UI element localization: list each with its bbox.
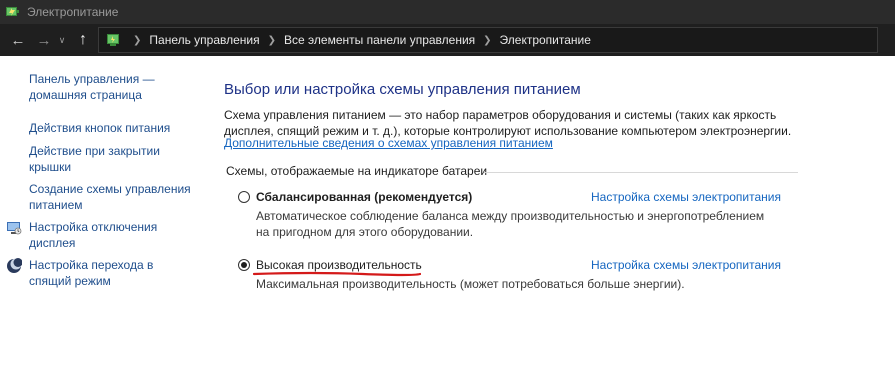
breadcrumb-all-items[interactable]: Все элементы панели управления xyxy=(284,33,475,47)
plan-high-performance-name[interactable]: Высокая производительность xyxy=(256,258,422,272)
sidebar-item-lid-close[interactable]: Действие при закрытии крышки xyxy=(29,143,169,175)
sidebar-item-power-buttons[interactable]: Действия кнопок питания xyxy=(29,120,194,136)
title-bar: Электропитание xyxy=(0,0,895,24)
sidebar: Панель управления — домашняя страница Де… xyxy=(0,56,200,386)
page-title: Выбор или настройка схемы управления пит… xyxy=(224,81,581,98)
section-label: Схемы, отображаемые на индикаторе батаре… xyxy=(226,164,488,178)
sidebar-item-sleep[interactable]: Настройка перехода в спящий режим xyxy=(29,257,179,289)
section-divider xyxy=(484,172,798,173)
plan-balanced-description: Автоматическое соблюдение баланса между … xyxy=(256,209,765,239)
plan-balanced-radio[interactable] xyxy=(238,191,250,203)
display-off-icon xyxy=(7,222,22,235)
plan-balanced-name[interactable]: Сбалансированная (рекомендуется) xyxy=(256,190,472,204)
back-arrow-icon[interactable]: ← xyxy=(8,32,28,49)
sleep-moon-icon xyxy=(7,258,22,273)
breadcrumb-power-options[interactable]: Электропитание xyxy=(500,33,591,47)
forward-arrow-icon[interactable]: → xyxy=(34,32,54,49)
power-options-icon xyxy=(6,7,19,16)
breadcrumb-separator-icon[interactable]: ❯ xyxy=(268,35,276,46)
breadcrumb-separator-icon[interactable]: ❯ xyxy=(483,35,491,46)
window-title: Электропитание xyxy=(27,5,119,19)
control-panel-icon xyxy=(107,34,119,46)
breadcrumb-control-panel[interactable]: Панель управления xyxy=(149,33,259,47)
more-info-link[interactable]: Дополнительные сведения о схемах управле… xyxy=(224,136,553,150)
sidebar-item-display-off[interactable]: Настройка отключения дисплея xyxy=(29,219,179,251)
sidebar-item-control-panel-home[interactable]: Панель управления — домашняя страница xyxy=(29,71,194,103)
up-arrow-icon[interactable]: ↑ xyxy=(74,31,92,49)
page-description: Схема управления питанием — это набор па… xyxy=(224,108,792,138)
recent-locations-chevron-icon[interactable]: ∨ xyxy=(56,35,68,46)
plan-balanced-settings-link[interactable]: Настройка схемы электропитания xyxy=(591,190,781,204)
plan-high-performance-description: Максимальная производительность (может п… xyxy=(256,277,685,291)
plan-high-performance-settings-link[interactable]: Настройка схемы электропитания xyxy=(591,258,781,272)
address-bar[interactable]: ❯ Панель управления ❯ Все элементы панел… xyxy=(98,27,878,53)
breadcrumb-separator-icon[interactable]: ❯ xyxy=(133,35,141,46)
plan-high-performance-radio[interactable] xyxy=(238,259,250,271)
navigation-bar: ← → ∨ ↑ ❯ Панель управления ❯ Все элемен… xyxy=(0,24,895,56)
sidebar-item-create-plan[interactable]: Создание схемы управления питанием xyxy=(29,181,199,213)
